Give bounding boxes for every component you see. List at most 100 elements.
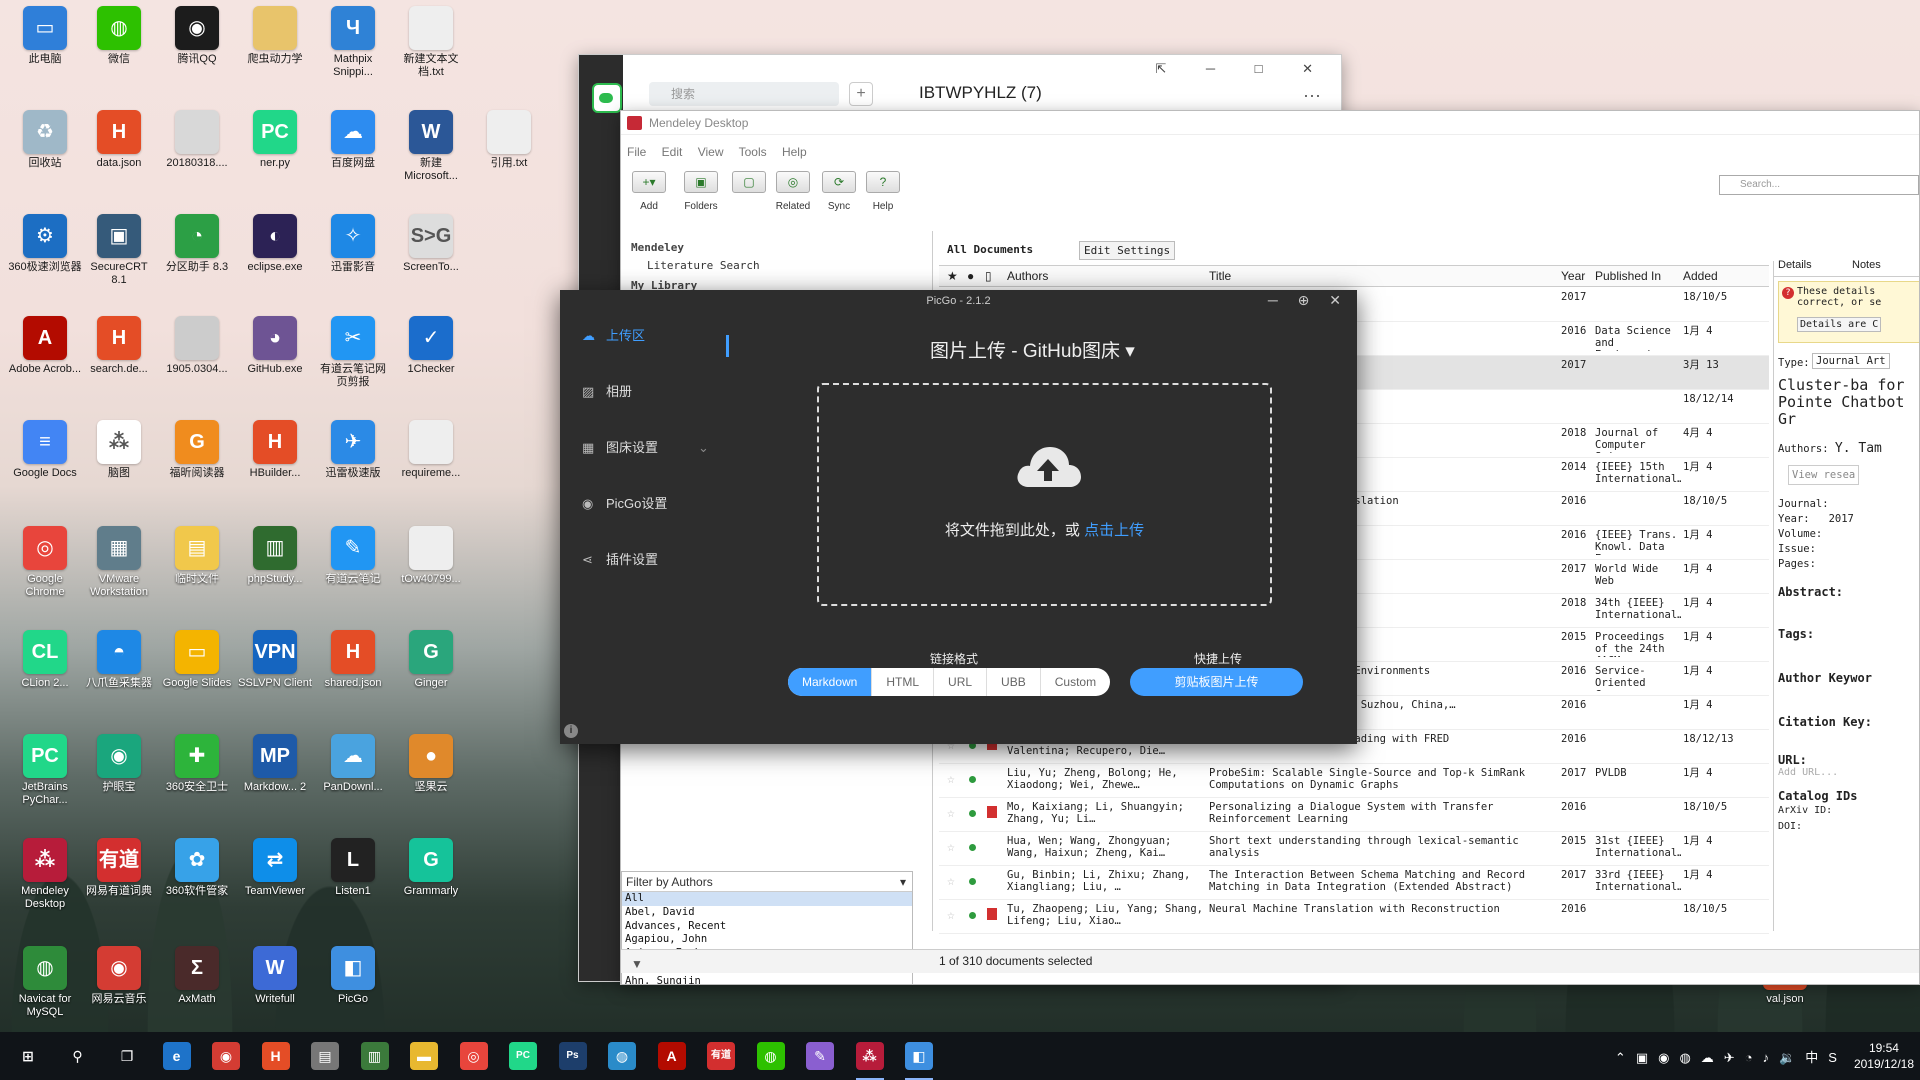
desktop-icon-item[interactable]: 爬虫动力学 xyxy=(238,6,312,66)
desktop-icon-360[interactable]: ✚ 360安全卫士 xyxy=(160,734,234,794)
desktop-icon-search-de[interactable]: Hsearch.de... xyxy=(82,316,156,376)
desktop-icon-clion-2[interactable]: CL CLion 2... xyxy=(8,630,82,690)
picgo-window-controls[interactable]: ─ ⊕ ✕ xyxy=(1268,292,1349,309)
desktop-icon-item[interactable]: ● 坚果云 xyxy=(394,734,468,794)
desktop-icon-item[interactable]: G 福昕阅读器 xyxy=(160,420,234,480)
note-window-controls[interactable]: ⇱ ─ □ ✕ xyxy=(1155,61,1331,77)
desktop-icon-jetbrains-pychar[interactable]: PC JetBrains PyChar... xyxy=(8,734,82,807)
type-select[interactable]: Journal Art xyxy=(1812,353,1890,369)
info-icon[interactable]: i xyxy=(564,724,578,738)
desktop-icon-requireme[interactable]: requireme... xyxy=(394,420,468,480)
details-are-button[interactable]: Details are C xyxy=(1797,317,1882,332)
desktop-icon-tow40799[interactable]: tOw40799... xyxy=(394,526,468,586)
table-row[interactable]: ☆ Tu, Zhaopeng; Liu, Yang; Shang, Lifeng;… xyxy=(939,900,1769,934)
toolbar-sync-button[interactable]: ⟳ Sync xyxy=(817,171,861,212)
taskbar-pycharm-icon[interactable]: PC xyxy=(509,1042,537,1070)
tray-item-icon[interactable]: ◉ xyxy=(1658,1050,1669,1065)
desktop-icon-securecrt-8-1[interactable]: ▣ SecureCRT 8.1 xyxy=(82,214,156,287)
view-research-button[interactable]: View resea xyxy=(1788,465,1860,485)
star-icon[interactable]: ☆ xyxy=(947,808,955,820)
desktop-icon-hbuilder[interactable]: H HBuilder... xyxy=(238,420,312,480)
desktop-icon-item[interactable]: ▭ 此电脑 xyxy=(8,6,82,66)
picgo-nav-2[interactable]: ▦ 图床设置 ⌄ xyxy=(582,437,709,456)
clipboard-upload-button[interactable]: 剪贴板图片上传 xyxy=(1130,668,1303,696)
desktop-icon-eclipse-exe[interactable]: ◐ eclipse.exe xyxy=(238,214,312,274)
taskbar-acrobat-icon[interactable]: A xyxy=(657,1042,686,1070)
upload-drop-zone[interactable]: 将文件拖到此处，或 点击上传 xyxy=(817,383,1272,606)
picgo-nav-3[interactable]: ◉ PicGo设置 xyxy=(582,493,667,512)
taskbar-phpstudy-icon[interactable]: ▥ xyxy=(360,1042,389,1070)
taskbar-explorer-icon[interactable]: ▬ xyxy=(410,1042,438,1070)
desktop-icon-teamviewer[interactable]: ⇄ TeamViewer xyxy=(238,838,312,898)
taskbar-netease-music-icon[interactable]: ◉ xyxy=(212,1042,240,1070)
read-column-icon[interactable]: ● xyxy=(967,266,974,286)
format-html-option[interactable]: HTML xyxy=(872,668,935,696)
taskbar-chrome-icon[interactable]: ◎ xyxy=(459,1042,488,1070)
desktop-icon-markdow-2[interactable]: MP Markdow... 2 xyxy=(238,734,312,794)
tray-item-icon[interactable]: ◍ xyxy=(1679,1050,1690,1065)
menu-view[interactable]: View xyxy=(698,145,739,159)
taskbar-app-icon[interactable]: ▤ xyxy=(311,1042,339,1070)
tray-item-icon[interactable]: ⌃ xyxy=(1615,1050,1626,1065)
desktop-icon-item[interactable]: ✎ 有道云笔记 xyxy=(316,526,390,586)
desktop-icon-item[interactable]: ✈ 迅雷极速版 xyxy=(316,420,390,480)
author-filter-item[interactable]: Advances, Recent xyxy=(622,920,912,934)
desktop-icon-navicat-for-mysql[interactable]: ◍ Navicat for MySQL xyxy=(8,946,82,1019)
desktop-icon-mathpix-snippi[interactable]: Ч Mathpix Snippi... xyxy=(316,6,390,79)
desktop-icon-1905-0304[interactable]: 1905.0304... xyxy=(160,316,234,376)
desktop-icon-axmath[interactable]: Σ AxMath xyxy=(160,946,234,1006)
details-doc-title[interactable]: Cluster-ba for Pointe Chatbot Gr xyxy=(1778,377,1919,428)
desktop-icon-google-chrome[interactable]: ◎ Google Chrome xyxy=(8,526,82,599)
picgo-upload-heading[interactable]: 图片上传 - GitHub图床 ▾ xyxy=(930,336,1135,363)
toolbar-help-button[interactable]: ? Help xyxy=(861,171,905,212)
author-filter-item[interactable]: Ahn, Sungjin xyxy=(622,975,912,984)
col-published[interactable]: Published In xyxy=(1595,266,1661,286)
note-app-logo-icon[interactable] xyxy=(592,83,622,113)
star-icon[interactable]: ☆ xyxy=(947,842,955,854)
desktop-icon-picgo[interactable]: ◧ PicGo xyxy=(316,946,390,1006)
taskbar-picgo-icon[interactable]: ◧ xyxy=(905,1042,933,1080)
menu-help[interactable]: Help xyxy=(782,145,807,159)
desktop-icon-item[interactable]: ◓ 八爪鱼采集器 xyxy=(82,630,156,690)
desktop-icon-listen1[interactable]: L Listen1 xyxy=(316,838,390,898)
tray-item-icon[interactable]: ☁ xyxy=(1701,1050,1714,1065)
desktop-icon-20180318[interactable]: 20180318.... xyxy=(160,110,234,170)
desktop-icon-pandownl[interactable]: ☁ PanDownl... xyxy=(316,734,390,794)
tray-item-icon[interactable]: ▣ xyxy=(1636,1050,1648,1065)
taskbar-paint-icon[interactable]: ✎ xyxy=(806,1042,834,1070)
toolbar-folder-remove-button[interactable]: ▢ xyxy=(727,171,771,201)
desktop-icon-item[interactable]: ♻ 回收站 xyxy=(8,110,82,170)
desktop-icon-mendeley-desktop[interactable]: ⁂ Mendeley Desktop xyxy=(8,838,82,911)
edit-settings-button[interactable]: Edit Settings xyxy=(1079,241,1176,260)
file-column-icon[interactable]: ▯ xyxy=(985,266,992,286)
toolbar-add-button[interactable]: +▾ Add xyxy=(627,171,671,212)
desktop-icon-shared-json[interactable]: Hshared.json xyxy=(316,630,390,690)
desktop-icon-item[interactable]: ▤ 临时文件 xyxy=(160,526,234,586)
desktop-icon-360[interactable]: ⚙ 360极速浏览器 xyxy=(8,214,82,274)
desktop-icon-item[interactable]: ✂ 有道云笔记网页剪报 xyxy=(316,316,390,389)
taskbar-start-icon[interactable]: ⊞ xyxy=(14,1042,42,1070)
tray-item-icon[interactable]: ◔ xyxy=(1745,1050,1753,1065)
taskbar-hbuilder-icon[interactable]: H xyxy=(261,1042,290,1070)
taskbar-youdao-icon[interactable]: 有道 xyxy=(707,1042,735,1070)
format-markdown-option[interactable]: Markdown xyxy=(788,668,873,696)
desktop-icon-ner-py[interactable]: PC ner.py xyxy=(238,110,312,170)
table-row[interactable]: ☆ Hua, Wen; Wang, Zhongyuan; Wang, Haixun… xyxy=(939,832,1769,866)
desktop-icon-item[interactable]: ⁂ 脑图 xyxy=(82,420,156,480)
tray-item-icon[interactable]: ♪ xyxy=(1763,1050,1770,1065)
tab-details[interactable]: Details xyxy=(1778,259,1812,271)
note-more-button[interactable]: ··· xyxy=(1303,85,1321,106)
menu-edit[interactable]: Edit xyxy=(662,145,698,159)
menu-tools[interactable]: Tools xyxy=(739,145,782,159)
taskbar-edge-icon[interactable]: e xyxy=(162,1042,191,1070)
desktop-icon-vmware-workstation[interactable]: ▦ VMware Workstation xyxy=(82,526,156,599)
desktop-icon-sslvpn-client[interactable]: VPN SSLVPN Client xyxy=(238,630,312,690)
toolbar-folders-button[interactable]: ▣ Folders xyxy=(679,171,723,212)
picgo-nav-0[interactable]: ☁ 上传区 xyxy=(582,325,645,344)
desktop-icon-google-docs[interactable]: ≡ Google Docs xyxy=(8,420,82,480)
literature-search-link[interactable]: Literature Search xyxy=(647,259,760,272)
picgo-nav-4[interactable]: ⋖ 插件设置 xyxy=(582,549,658,568)
col-title[interactable]: Title xyxy=(1209,266,1231,286)
mendeley-search-input[interactable]: Search... xyxy=(1719,175,1919,195)
taskbar-search-icon[interactable]: ⚲ xyxy=(64,1042,92,1070)
